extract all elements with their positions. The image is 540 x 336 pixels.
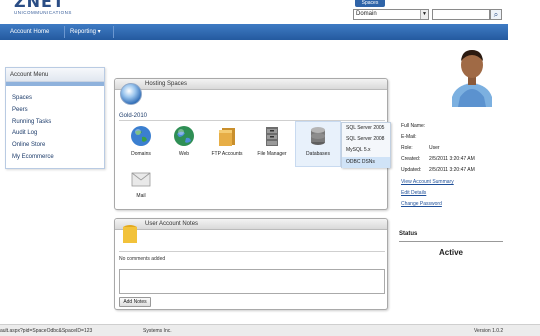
nav-separator (113, 26, 114, 38)
space-name-link[interactable]: Gold-2010 (119, 113, 147, 119)
tile-mail[interactable]: Mail (121, 167, 161, 199)
search-icon: ⌕ (493, 10, 499, 19)
sidebar-item-online-store[interactable]: Online Store (6, 140, 104, 152)
web-globe-icon (174, 126, 194, 146)
notes-textarea[interactable] (119, 269, 385, 294)
top-navigation: Account Home Reporting ▾ (0, 24, 508, 40)
status-value: Active (438, 248, 463, 257)
created-value: 2/5/2011 3:20:47 AM (429, 156, 475, 162)
tile-databases-label: Databases (306, 151, 330, 157)
account-menu-title: Account Menu (6, 68, 104, 82)
tile-ftp-accounts[interactable]: FTP Accounts (207, 125, 247, 157)
email-label: E-Mail: (401, 134, 417, 140)
db-menu-sql2005[interactable]: SQL Server 2005 (342, 123, 390, 134)
notes-empty-text: No comments added (119, 251, 385, 262)
role-value: User (429, 145, 440, 151)
tile-web-label: Web (178, 151, 190, 157)
tile-file-manager[interactable]: File Manager (252, 125, 292, 157)
hosting-spaces-title: Hosting Spaces (115, 79, 387, 90)
change-password-link[interactable]: Change Password (401, 199, 442, 210)
status-title: Status (399, 231, 418, 237)
search-scope-value: Domain (356, 11, 377, 17)
search-input[interactable] (432, 9, 490, 20)
sidebar-item-my-ecommerce[interactable]: My Ecommerce (6, 152, 104, 164)
databases-dropdown: SQL Server 2005 SQL Server 2008 MySQL 5.… (341, 122, 391, 168)
tile-file-manager-label: File Manager (257, 151, 287, 157)
space-divider (119, 120, 385, 121)
logo-tagline: UNICOMMUNICATIONS (14, 10, 72, 15)
database-icon (311, 127, 325, 145)
nav-account-home[interactable]: Account Home (4, 24, 55, 40)
status-divider (399, 241, 503, 242)
notes-icon (123, 225, 137, 243)
role-label: Role: (401, 145, 413, 151)
file-manager-icon (266, 127, 278, 146)
spaces-tab[interactable]: Spaces (355, 0, 385, 7)
account-menu: Account Menu Spaces Peers Running Tasks … (5, 67, 105, 169)
updated-label: Updated: (401, 167, 422, 173)
db-menu-sql2008[interactable]: SQL Server 2008 (342, 134, 390, 145)
view-account-summary-link[interactable]: View Account Summary (401, 177, 454, 188)
hosting-globe-icon (120, 83, 142, 105)
edit-details-link[interactable]: Edit Details (401, 188, 426, 199)
tile-ftp-accounts-label: FTP Accounts (211, 151, 243, 157)
browser-status-bar: ault.aspx?pid=SpaceOdbc&SpaceID=123 Syst… (0, 324, 540, 336)
tile-domains-label: Domains (131, 151, 151, 157)
footer-version: Version 1.0.2 (474, 328, 504, 334)
user-avatar (452, 50, 492, 107)
db-menu-odbc-dsns[interactable]: ODBC DSNs (342, 156, 390, 168)
add-notes-button[interactable]: Add Notes (119, 297, 151, 307)
notes-title: User Account Notes (115, 219, 387, 230)
tile-mail-label: Mail (136, 193, 146, 199)
db-menu-mysql5[interactable]: MySQL 5.x (342, 145, 390, 156)
full-name-label: Full Name: (401, 123, 426, 129)
logo-text: ZNET (14, 0, 65, 11)
chevron-down-icon: ▼ (420, 10, 428, 19)
search-button[interactable]: ⌕ (490, 9, 502, 20)
account-menu-accent (6, 82, 104, 86)
ftp-folder-icon (219, 128, 235, 146)
sidebar-item-running-tasks[interactable]: Running Tasks (6, 117, 104, 129)
footer-company: Systems Inc. (143, 328, 172, 334)
nav-reporting[interactable]: Reporting ▾ (64, 24, 107, 40)
sidebar-item-peers[interactable]: Peers (6, 105, 104, 117)
created-label: Created: (401, 156, 421, 162)
sidebar-item-audit-log[interactable]: Audit Log (6, 128, 104, 140)
logo: ZNET UNICOMMUNICATIONS (14, 0, 134, 20)
tile-domains[interactable]: Domains (121, 125, 161, 157)
globe-icon (131, 126, 151, 146)
search-scope-select[interactable]: Domain ▼ (353, 9, 429, 20)
tile-web[interactable]: Web (164, 125, 204, 157)
mail-icon (131, 172, 151, 187)
hosting-spaces-panel: Hosting Spaces Gold-2010 Domains Web FTP… (114, 78, 391, 210)
updated-value: 2/5/2011 3:20:47 AM (429, 167, 475, 173)
user-account-notes-panel: User Account Notes No comments added Add… (114, 218, 388, 310)
status-url: ault.aspx?pid=SpaceOdbc&SpaceID=123 (0, 328, 93, 334)
sidebar-item-spaces[interactable]: Spaces (6, 93, 104, 105)
tile-databases[interactable]: Databases (298, 125, 338, 157)
status-panel: Status Active (395, 228, 507, 310)
